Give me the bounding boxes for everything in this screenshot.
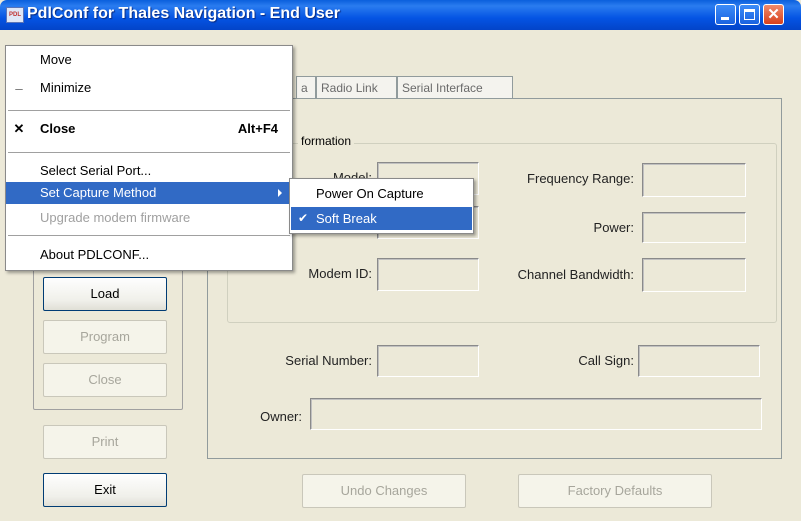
- close-device-button[interactable]: Close: [43, 363, 167, 397]
- menu-item-select-serial-port[interactable]: Select Serial Port...: [6, 160, 292, 182]
- submenu-item-soft-break[interactable]: ✔ Soft Break: [291, 207, 472, 230]
- modem-id-field[interactable]: [377, 258, 479, 291]
- modem-id-label: Modem ID:: [308, 266, 372, 281]
- load-button[interactable]: Load: [43, 277, 167, 311]
- tab-radio-link[interactable]: Radio Link: [316, 76, 397, 98]
- menu-item-label: Move: [40, 52, 72, 67]
- channel-bandwidth-field[interactable]: [642, 258, 746, 292]
- submenu-item-power-on-capture[interactable]: Power On Capture: [291, 182, 472, 205]
- menu-item-label: Set Capture Method: [40, 185, 157, 200]
- exit-button[interactable]: Exit: [43, 473, 167, 507]
- power-field[interactable]: [642, 212, 746, 243]
- close-icon: ✕: [767, 6, 780, 23]
- submenu-arrow-icon: [278, 189, 282, 197]
- menu-item-close[interactable]: ✕ Close Alt+F4: [6, 118, 292, 140]
- menu-item-label: About PDLCONF...: [40, 247, 150, 262]
- title-bar[interactable]: PDL PdlConf for Thales Navigation - End …: [0, 0, 801, 30]
- minimize-button[interactable]: [715, 4, 736, 25]
- menu-separator: [8, 110, 290, 111]
- submenu-item-label: Power On Capture: [316, 186, 424, 201]
- app-icon[interactable]: PDL: [6, 7, 24, 23]
- serial-number-label: Serial Number:: [285, 353, 372, 368]
- close-icon: ✕: [13, 121, 25, 136]
- menu-item-set-capture-method[interactable]: Set Capture Method: [6, 182, 292, 204]
- undo-changes-button[interactable]: Undo Changes: [302, 474, 466, 508]
- menu-item-label: Upgrade modem firmware: [40, 210, 191, 225]
- frequency-range-label: Frequency Range:: [527, 171, 634, 186]
- minimize-icon: _: [15, 76, 23, 91]
- power-label: Power:: [593, 220, 634, 235]
- checkmark-icon: ✔: [298, 211, 309, 225]
- program-button[interactable]: Program: [43, 320, 167, 354]
- serial-number-field[interactable]: [377, 345, 479, 377]
- menu-item-label: Close: [40, 121, 76, 136]
- maximize-icon: [744, 9, 755, 20]
- owner-label: Owner:: [260, 409, 302, 424]
- tab-serial-interface[interactable]: Serial Interface: [397, 76, 513, 98]
- frequency-range-field[interactable]: [642, 163, 746, 197]
- window-title: PdlConf for Thales Navigation - End User: [27, 5, 340, 22]
- call-sign-label: Call Sign:: [578, 353, 634, 368]
- system-menu: Move _ Minimize ✕ Close Alt+F4 Select Se…: [5, 45, 293, 271]
- close-shortcut: Alt+F4: [237, 121, 278, 136]
- call-sign-field[interactable]: [638, 345, 760, 377]
- group-title: formation: [298, 134, 355, 148]
- capture-method-submenu: Power On Capture ✔ Soft Break: [289, 178, 474, 234]
- channel-bandwidth-label: Channel Bandwidth:: [517, 267, 634, 282]
- maximize-button[interactable]: [739, 4, 760, 25]
- menu-item-about[interactable]: About PDLCONF...: [6, 244, 292, 266]
- menu-item-label: Minimize: [40, 80, 92, 95]
- owner-field[interactable]: [310, 398, 762, 430]
- menu-item-label: Select Serial Port...: [40, 163, 152, 178]
- menu-separator: [8, 152, 290, 153]
- factory-defaults-button[interactable]: Factory Defaults: [518, 474, 712, 508]
- menu-item-minimize[interactable]: _ Minimize: [6, 76, 292, 99]
- print-button[interactable]: Print: [43, 425, 167, 459]
- menu-item-upgrade-firmware[interactable]: Upgrade modem firmware: [6, 207, 292, 229]
- tab-general[interactable]: a: [296, 76, 316, 98]
- menu-separator: [8, 235, 290, 236]
- close-window-button[interactable]: ✕: [763, 4, 784, 25]
- submenu-item-label: Soft Break: [316, 211, 377, 226]
- minimize-icon: [721, 17, 729, 20]
- menu-item-move[interactable]: Move: [6, 49, 292, 71]
